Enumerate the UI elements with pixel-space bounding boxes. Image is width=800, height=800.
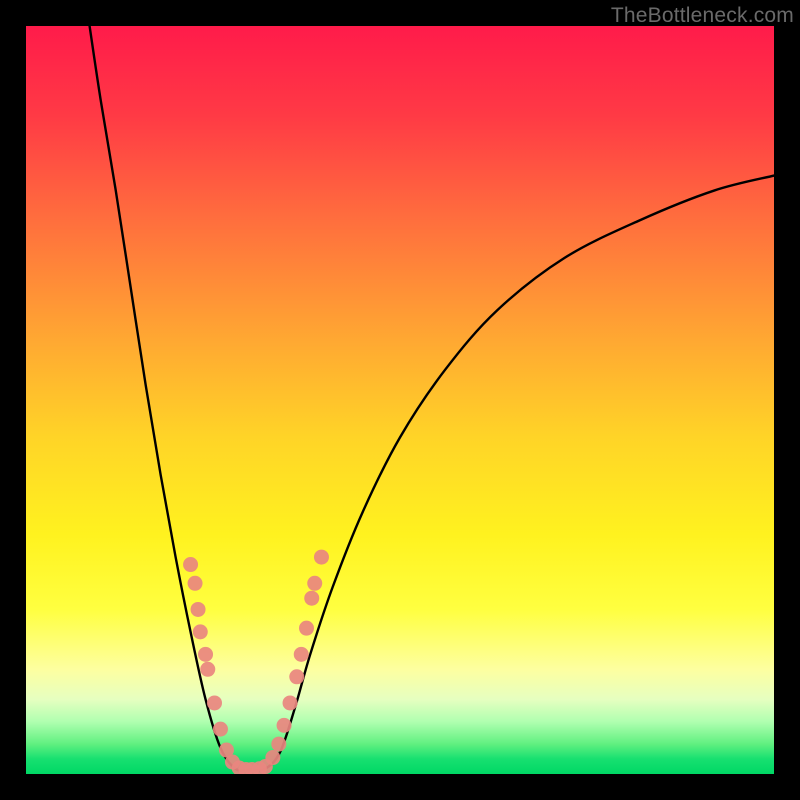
marker-dot	[265, 750, 280, 765]
marker-dot	[207, 695, 222, 710]
bottleneck-curve	[90, 26, 774, 771]
marker-dot	[299, 621, 314, 636]
marker-dot	[304, 591, 319, 606]
marker-dot	[314, 550, 329, 565]
marker-dot	[294, 647, 309, 662]
chart-svg	[26, 26, 774, 774]
watermark-text: TheBottleneck.com	[611, 4, 794, 28]
marker-dot	[307, 576, 322, 591]
marker-dot	[271, 737, 286, 752]
marker-dot	[188, 576, 203, 591]
marker-dot	[183, 557, 198, 572]
outer-frame: TheBottleneck.com	[0, 0, 800, 800]
plot-area	[26, 26, 774, 774]
marker-dot	[191, 602, 206, 617]
marker-dot	[283, 695, 298, 710]
marker-dot	[213, 722, 228, 737]
marker-dot	[289, 669, 304, 684]
marker-dot	[198, 647, 213, 662]
marker-dot	[277, 718, 292, 733]
marker-dot	[193, 624, 208, 639]
curve-group	[90, 26, 774, 771]
marker-dot	[200, 662, 215, 677]
